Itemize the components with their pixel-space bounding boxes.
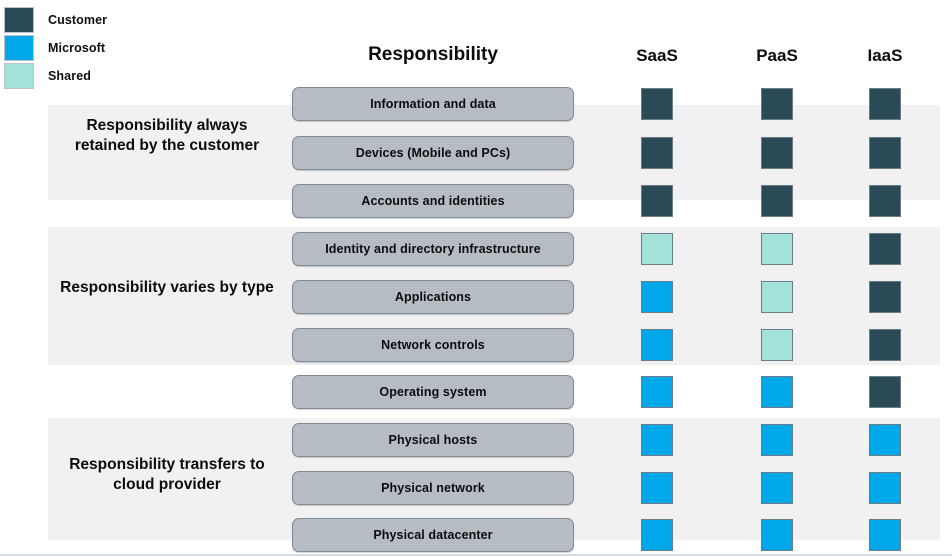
column-header-paas: PaaS	[756, 46, 798, 65]
table-row: Network controls	[0, 328, 952, 362]
responsibility-cell-saas-customer	[641, 185, 673, 217]
responsibility-cell-paas-microsoft	[761, 472, 793, 504]
responsibility-cell-paas-customer	[761, 88, 793, 120]
legend-swatch-customer-icon	[4, 7, 34, 33]
responsibility-cell-saas-customer	[641, 88, 673, 120]
responsibility-row-label[interactable]: Applications	[292, 280, 574, 314]
table-row: Devices (Mobile and PCs)	[0, 136, 952, 170]
legend: Customer Microsoft Shared	[4, 6, 234, 90]
table-row: Physical datacenter	[0, 518, 952, 552]
responsibility-cell-iaas-customer	[869, 137, 901, 169]
responsibility-row-label[interactable]: Physical datacenter	[292, 518, 574, 552]
responsibility-cell-paas-customer	[761, 185, 793, 217]
legend-label-microsoft: Microsoft	[48, 41, 106, 55]
responsibility-cell-paas-microsoft	[761, 519, 793, 551]
column-header-iaas: IaaS	[867, 46, 903, 65]
responsibility-cell-paas-customer	[761, 137, 793, 169]
table-row: Accounts and identities	[0, 184, 952, 218]
responsibility-row-label[interactable]: Accounts and identities	[292, 184, 574, 218]
responsibility-cell-paas-shared	[761, 233, 793, 265]
responsibility-cell-saas-microsoft	[641, 472, 673, 504]
legend-label-shared: Shared	[48, 69, 91, 83]
table-row: Physical hosts	[0, 423, 952, 457]
column-header-saas: SaaS	[636, 46, 678, 65]
responsibility-cell-paas-shared	[761, 281, 793, 313]
responsibility-cell-iaas-customer	[869, 88, 901, 120]
responsibility-cell-paas-shared	[761, 329, 793, 361]
responsibility-row-label[interactable]: Devices (Mobile and PCs)	[292, 136, 574, 170]
table-row: Operating system	[0, 375, 952, 409]
legend-item-shared: Shared	[4, 62, 234, 90]
responsibility-cell-paas-microsoft	[761, 424, 793, 456]
table-row: Information and data	[0, 87, 952, 121]
responsibility-cell-saas-customer	[641, 137, 673, 169]
responsibility-row-label[interactable]: Identity and directory infrastructure	[292, 232, 574, 266]
responsibility-cell-iaas-customer	[869, 329, 901, 361]
legend-swatch-microsoft-icon	[4, 35, 34, 61]
legend-label-customer: Customer	[48, 13, 108, 27]
responsibility-cell-saas-microsoft	[641, 519, 673, 551]
responsibility-cell-iaas-microsoft	[869, 424, 901, 456]
legend-item-microsoft: Microsoft	[4, 34, 234, 62]
responsibility-cell-saas-microsoft	[641, 281, 673, 313]
responsibility-cell-saas-microsoft	[641, 424, 673, 456]
responsibility-row-label[interactable]: Operating system	[292, 375, 574, 409]
responsibility-row-label[interactable]: Physical hosts	[292, 423, 574, 457]
responsibility-cell-iaas-customer	[869, 233, 901, 265]
table-row: Identity and directory infrastructure	[0, 232, 952, 266]
responsibility-cell-iaas-customer	[869, 185, 901, 217]
legend-item-customer: Customer	[4, 6, 234, 34]
legend-swatch-shared-icon	[4, 63, 34, 89]
table-row: Applications	[0, 280, 952, 314]
responsibility-cell-paas-microsoft	[761, 376, 793, 408]
shared-responsibility-diagram: Customer Microsoft Shared Responsibility…	[0, 0, 952, 556]
responsibility-cell-iaas-customer	[869, 281, 901, 313]
responsibility-cell-saas-microsoft	[641, 376, 673, 408]
responsibility-row-label[interactable]: Information and data	[292, 87, 574, 121]
responsibility-row-label[interactable]: Network controls	[292, 328, 574, 362]
column-header-responsibility: Responsibility	[368, 44, 498, 65]
responsibility-cell-iaas-microsoft	[869, 472, 901, 504]
table-row: Physical network	[0, 471, 952, 505]
responsibility-cell-saas-microsoft	[641, 329, 673, 361]
responsibility-cell-iaas-microsoft	[869, 519, 901, 551]
responsibility-row-label[interactable]: Physical network	[292, 471, 574, 505]
responsibility-cell-saas-shared	[641, 233, 673, 265]
responsibility-cell-iaas-customer	[869, 376, 901, 408]
